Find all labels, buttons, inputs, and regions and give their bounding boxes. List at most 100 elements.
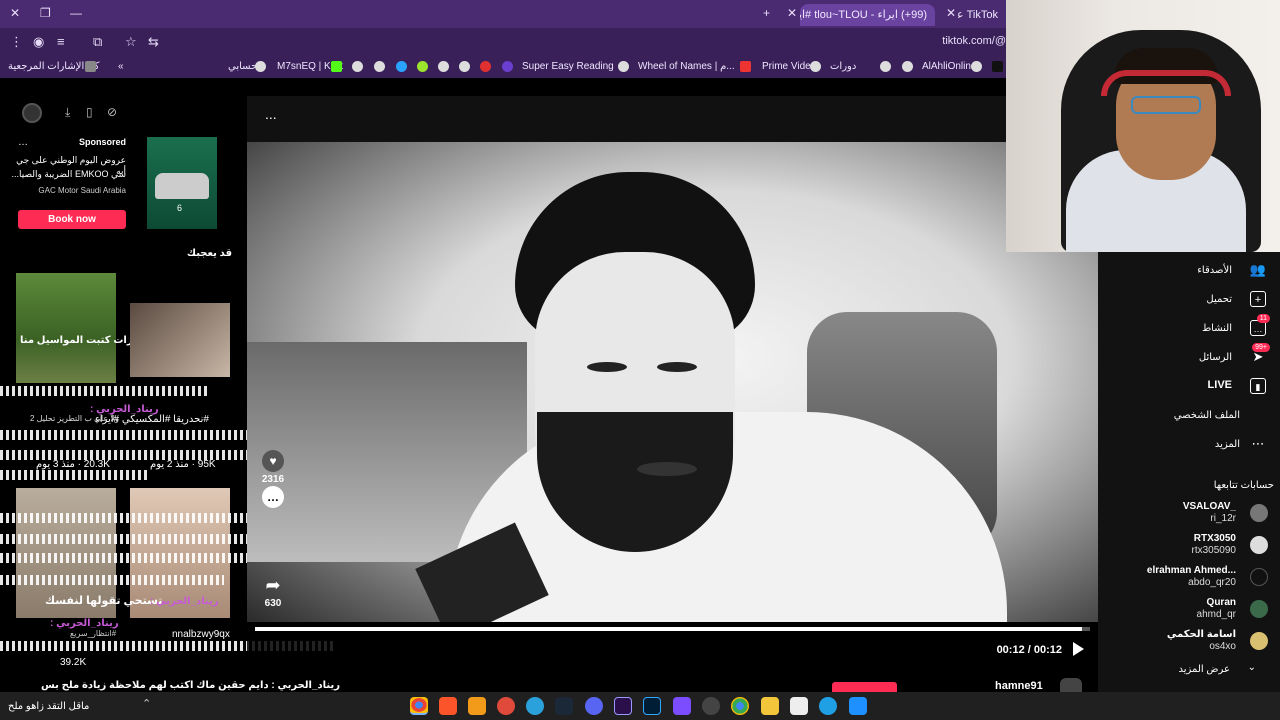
tab-search-icon[interactable]: ⧉ <box>93 34 102 50</box>
author-username[interactable]: hamne91 <box>995 680 1043 692</box>
share-button[interactable]: ➦ 630 <box>258 574 288 609</box>
more-options-icon[interactable]: ... <box>265 106 277 122</box>
chrome-icon[interactable] <box>731 697 749 715</box>
right-sidebar: 👥 الأصدقاء + تحميل … 11 النشاط ➤ 99+ الر… <box>1098 252 1280 720</box>
account-handle: ahmd_qr <box>1196 609 1236 620</box>
web-icon[interactable] <box>480 61 491 72</box>
followed-account[interactable]: RTX3050 rtx305090 <box>1098 530 1280 560</box>
tab-close-icon[interactable]: ✕ <box>946 6 956 20</box>
like-count: 2316 <box>261 474 285 485</box>
tab-active[interactable]: (99+) ايراء - tlou~TLOU #ايراء #2… <box>800 4 935 26</box>
ad-line-2: سي EMKOO الضريبة والصيا... <box>11 169 126 179</box>
follow-button[interactable] <box>832 682 897 692</box>
brave-icon[interactable] <box>439 697 457 715</box>
bookmark-item[interactable]: حسابي <box>228 61 257 72</box>
nav-activity[interactable]: … 11 النشاط <box>1098 314 1280 342</box>
followed-account[interactable]: اسامة الحكمي os4xo <box>1098 626 1280 656</box>
steam-icon[interactable] <box>555 697 573 715</box>
close-icon[interactable]: ✕ <box>10 6 20 20</box>
minimize-icon[interactable]: — <box>70 6 82 20</box>
followed-account[interactable]: VSALOAV_ ri_12r <box>1098 498 1280 528</box>
video-player[interactable] <box>247 142 1098 622</box>
video-thumbnail[interactable]: د.شفرات كتبت المواسيل منا <box>16 273 158 383</box>
followed-account[interactable]: elrahman Ahmed... abdo_qr20 <box>1098 562 1280 592</box>
tab-close-icon[interactable]: ✕ <box>787 6 797 20</box>
chrome-icon[interactable] <box>410 697 428 715</box>
star-icon[interactable]: ☆ <box>125 34 137 50</box>
progress-bar[interactable] <box>255 627 1090 631</box>
chevron-icon[interactable]: « <box>118 61 124 72</box>
globe-icon[interactable] <box>459 61 470 72</box>
account-handle: rtx305090 <box>1191 545 1236 556</box>
nav-profile[interactable]: الملف الشخصي <box>1098 401 1280 429</box>
chevron-down-icon[interactable]: ⌄ <box>1248 662 1256 673</box>
author-avatar[interactable] <box>1060 678 1082 692</box>
app-icon[interactable] <box>497 697 515 715</box>
globe-icon[interactable] <box>880 61 891 72</box>
photoshop-icon[interactable] <box>643 697 661 715</box>
menu-dots-icon[interactable]: ⋮ <box>10 34 23 50</box>
ad-more-icon[interactable]: … <box>18 137 28 148</box>
bookmark-item[interactable]: AlAhliOnline <box>922 61 976 72</box>
download-icon[interactable]: ⤓ <box>65 105 79 119</box>
video-thumbnail[interactable] <box>130 303 230 377</box>
bookmark-item[interactable]: دورات <box>830 61 856 72</box>
nav-label: الرسائل <box>1198 352 1232 363</box>
globe-icon[interactable] <box>374 61 385 72</box>
bookmark-item[interactable]: Super Easy Reading <box>522 61 614 72</box>
premiere-icon[interactable] <box>614 697 632 715</box>
device-icon[interactable]: ▯ <box>86 105 100 119</box>
followed-account[interactable]: Quran ahmd_qr <box>1098 594 1280 624</box>
site-info-icon[interactable]: ⇆ <box>148 34 159 50</box>
notification-badge: 11 <box>1256 314 1270 323</box>
edge-icon[interactable] <box>819 697 837 715</box>
globe-icon[interactable] <box>352 61 363 72</box>
extension-icon[interactable]: ◉ <box>33 34 44 50</box>
file-explorer-icon[interactable] <box>761 697 779 715</box>
restore-icon[interactable]: ❐ <box>40 6 51 20</box>
tab-tiktok[interactable]: TikTok على <box>958 4 1006 26</box>
new-tab-icon[interactable]: + <box>763 6 770 20</box>
tiktok-icon[interactable] <box>992 61 1003 72</box>
nav-more[interactable]: ⋯ المزيد <box>1098 430 1280 458</box>
nav-label: الأصدقاء <box>1197 265 1232 276</box>
share-icon[interactable]: ⊘ <box>107 105 121 119</box>
more-icon: ⋯ <box>1251 436 1265 451</box>
see-more-link[interactable]: عرض المزيد <box>1178 664 1230 675</box>
store-icon[interactable] <box>790 697 808 715</box>
windows-icon[interactable] <box>849 697 867 715</box>
bookmark-item[interactable]: Wheel of Names | م... <box>638 61 735 72</box>
nav-upload[interactable]: + تحميل <box>1098 285 1280 313</box>
globe-icon <box>810 61 821 72</box>
app-icon[interactable] <box>468 697 486 715</box>
book-now-button[interactable]: Book now <box>18 210 126 229</box>
nav-label: تحميل <box>1206 294 1232 305</box>
playlist-icon[interactable]: ≡ <box>57 34 65 49</box>
web-icon[interactable] <box>502 61 513 72</box>
section-title: قد يعجبك <box>186 248 232 259</box>
person-eye <box>657 362 697 372</box>
nav-messages[interactable]: ➤ 99+ الرسائل <box>1098 343 1280 371</box>
globe-icon[interactable] <box>438 61 449 72</box>
taskbar: ماقل التقد زاهو ملح ⌃ <box>0 692 1280 720</box>
profile-avatar-icon[interactable] <box>22 103 42 123</box>
video-author-handle[interactable]: nnalbzwy9qx <box>172 629 230 640</box>
obs-icon[interactable] <box>702 697 720 715</box>
web-icon[interactable] <box>396 61 407 72</box>
url-bar[interactable]: tiktok.com/@ <box>942 35 1006 47</box>
progress-fill <box>255 627 1082 631</box>
bookmark-item[interactable]: Prime Video <box>762 61 816 72</box>
ad-image[interactable]: 6 <box>147 137 217 229</box>
comment-button[interactable]: … <box>258 486 288 510</box>
like-button[interactable]: ♥ 2316 <box>258 450 288 485</box>
discord-icon[interactable] <box>585 697 603 715</box>
nav-label: المزيد <box>1214 439 1240 450</box>
chevron-up-icon[interactable]: ⌃ <box>142 697 151 710</box>
app-icon[interactable] <box>673 697 691 715</box>
web-icon[interactable] <box>417 61 428 72</box>
play-icon[interactable] <box>1073 642 1084 656</box>
nav-live[interactable]: ▮ LIVE <box>1098 372 1280 400</box>
telegram-icon[interactable] <box>526 697 544 715</box>
nav-friends[interactable]: 👥 الأصدقاء <box>1098 256 1280 284</box>
account-name: RTX3050 <box>1193 533 1236 544</box>
